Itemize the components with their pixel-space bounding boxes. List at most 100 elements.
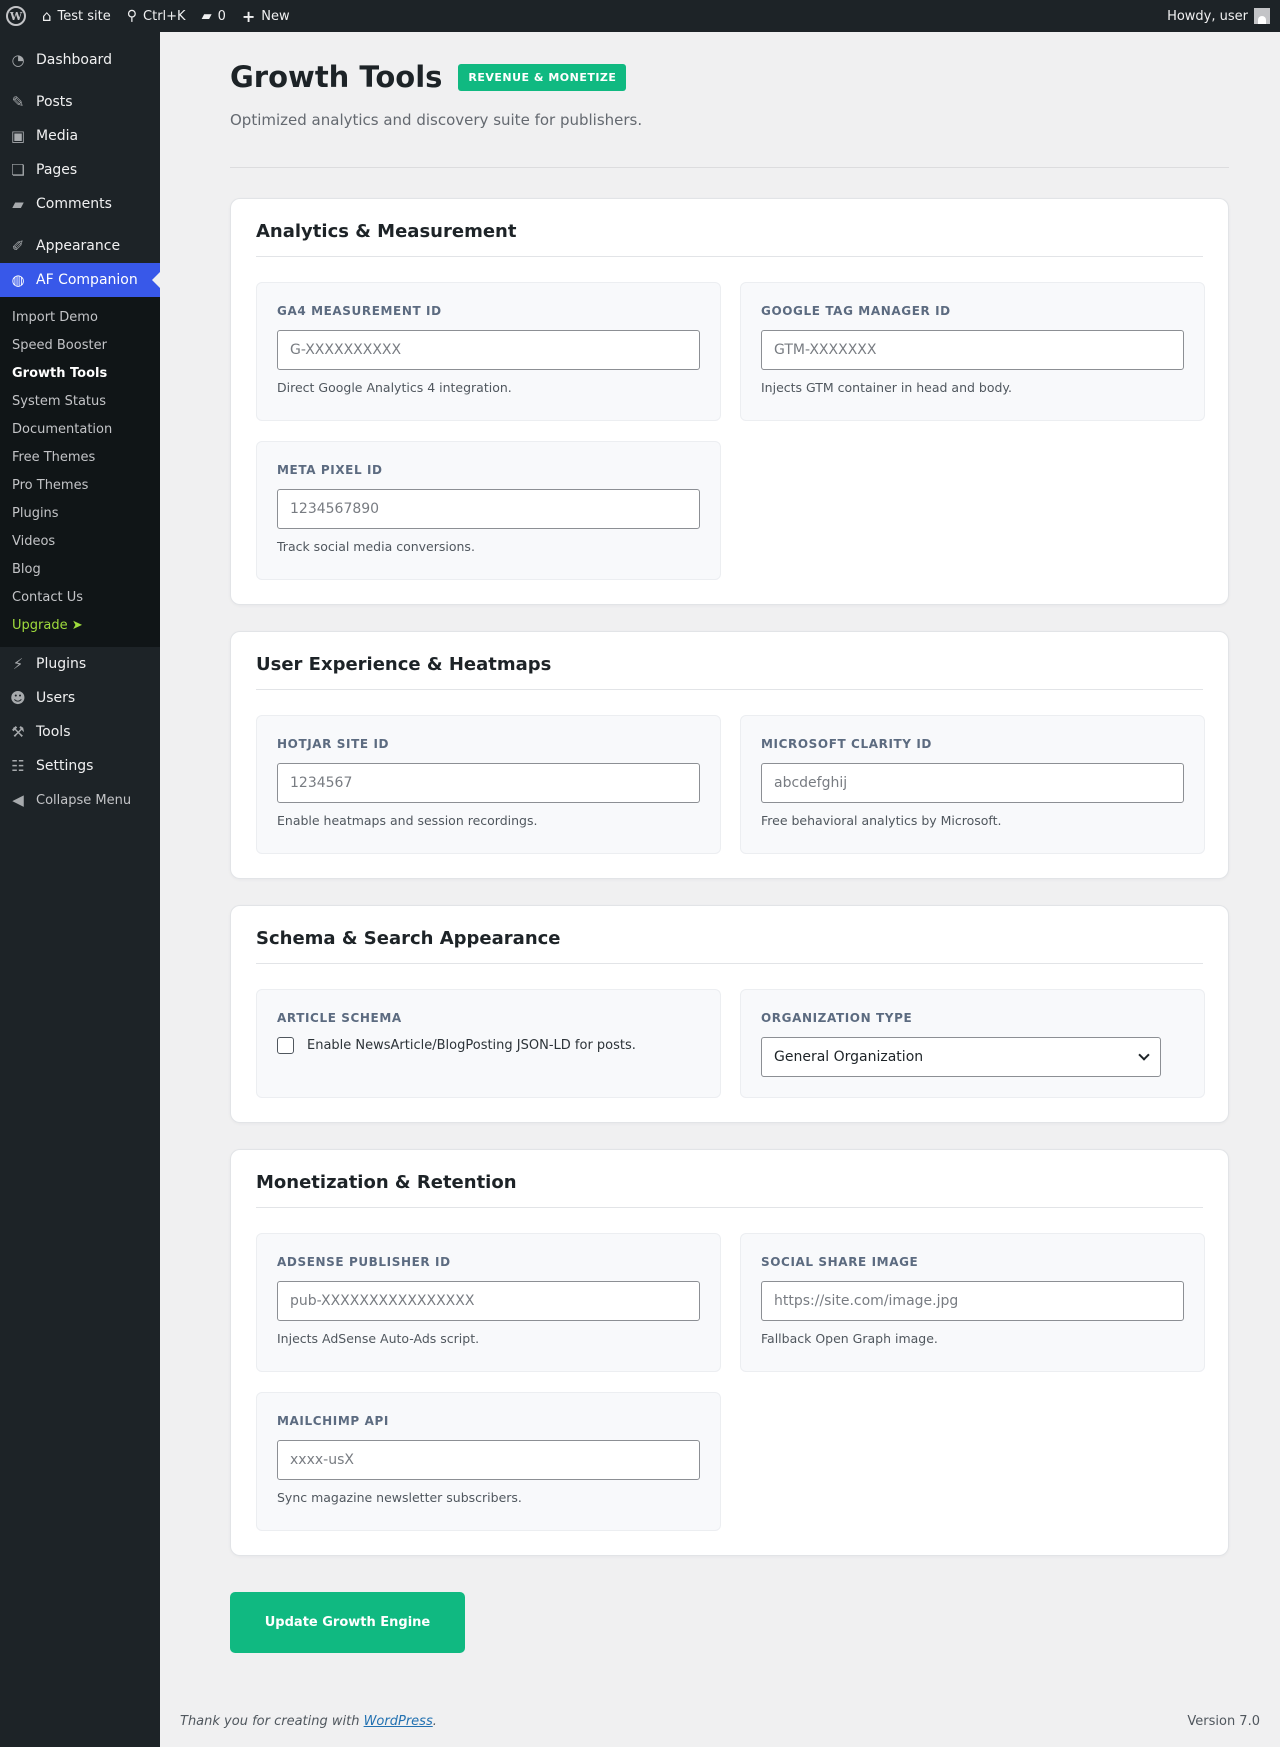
field-label: GOOGLE TAG MANAGER ID <box>761 304 951 318</box>
submenu-contact-us[interactable]: Contact Us <box>0 584 160 612</box>
sidebar-item-tools[interactable]: ⚒ Tools <box>0 715 160 749</box>
meta-pixel-field-group: META PIXEL ID Track social media convers… <box>256 441 721 580</box>
wordpress-link[interactable]: WordPress <box>364 1714 433 1729</box>
page-header: Growth Tools REVENUE & MONETIZE <box>230 60 1229 94</box>
wrench-icon: ⚒ <box>11 723 25 741</box>
new-label: New <box>261 8 290 24</box>
clarity-field-group: MICROSOFT CLARITY ID Free behavioral ana… <box>740 715 1205 854</box>
gtm-id-input[interactable] <box>761 330 1184 370</box>
field-label: MAILCHIMP API <box>277 1414 389 1428</box>
adsense-field-group: ADSENSE PUBLISHER ID Injects AdSense Aut… <box>256 1233 721 1372</box>
sidebar-item-label: AF Companion <box>36 272 138 288</box>
site-name-label: Test site <box>57 8 111 24</box>
sidebar-item-label: Posts <box>36 94 73 110</box>
section-title: User Experience & Heatmaps <box>256 654 1203 690</box>
submenu-speed-booster[interactable]: Speed Booster <box>0 332 160 360</box>
sidebar-item-comments[interactable]: ▰ Comments <box>0 187 160 221</box>
section-title: Schema & Search Appearance <box>256 928 1203 964</box>
submenu-import-demo[interactable]: Import Demo <box>0 304 160 332</box>
submenu-plugins[interactable]: Plugins <box>0 500 160 528</box>
settings-icon: ☷ <box>11 757 25 775</box>
collapse-arrow-icon: ◀ <box>12 791 24 809</box>
sidebar-item-media[interactable]: ▣ Media <box>0 119 160 153</box>
search-shortcut-label: Ctrl+K <box>143 8 186 24</box>
paintbrush-icon: ✐ <box>11 237 25 255</box>
avatar <box>1254 8 1270 24</box>
analytics-section: Analytics & Measurement GA4 MEASUREMENT … <box>230 198 1229 605</box>
field-help: Sync magazine newsletter subscribers. <box>277 1490 522 1505</box>
submenu-documentation[interactable]: Documentation <box>0 416 160 444</box>
clarity-id-input[interactable] <box>761 763 1184 803</box>
footer-thanks-prefix: Thank you for creating with <box>180 1714 364 1729</box>
submenu-upgrade[interactable]: Upgrade ➤ <box>0 612 160 640</box>
field-label: SOCIAL SHARE IMAGE <box>761 1255 919 1269</box>
wp-logo-button[interactable]: W <box>0 0 34 32</box>
submenu-videos[interactable]: Videos <box>0 528 160 556</box>
sidebar-item-label: Appearance <box>36 238 121 254</box>
social-share-image-input[interactable] <box>761 1281 1184 1321</box>
footer-version: Version 7.0 <box>1187 1714 1260 1729</box>
pin-icon: ✎ <box>11 93 25 111</box>
sidebar-item-users[interactable]: ☻ Users <box>0 681 160 715</box>
sidebar-item-settings[interactable]: ☷ Settings <box>0 749 160 783</box>
new-content-button[interactable]: + New <box>234 0 298 32</box>
chevron-down-icon <box>1138 1049 1150 1061</box>
field-label: HOTJAR SITE ID <box>277 737 390 751</box>
organization-type-select[interactable]: General Organization <box>761 1037 1161 1077</box>
field-label: META PIXEL ID <box>277 463 383 477</box>
pages-icon: ❏ <box>11 161 25 179</box>
update-growth-engine-button[interactable]: Update Growth Engine <box>230 1592 465 1653</box>
sidebar-item-pages[interactable]: ❏ Pages <box>0 153 160 187</box>
home-icon: ⌂ <box>42 7 52 25</box>
sidebar-item-label: Users <box>36 690 76 706</box>
mailchimp-field-group: MAILCHIMP API Sync magazine newsletter s… <box>256 1392 721 1531</box>
page-subtitle: Optimized analytics and discovery suite … <box>230 111 643 129</box>
section-title: Monetization & Retention <box>256 1172 1203 1208</box>
comments-link[interactable]: ▰ 0 <box>194 0 234 32</box>
mailchimp-api-input[interactable] <box>277 1440 700 1480</box>
organization-type-field-group: ORGANIZATION TYPE General Organization <box>740 989 1205 1098</box>
submenu-blog[interactable]: Blog <box>0 556 160 584</box>
admin-footer: Thank you for creating with WordPress. V… <box>180 1714 1260 1729</box>
field-label: ARTICLE SCHEMA <box>277 1011 402 1025</box>
dashboard-icon: ◔ <box>11 51 25 69</box>
field-label: ADSENSE PUBLISHER ID <box>277 1255 451 1269</box>
select-value: General Organization <box>774 1049 924 1065</box>
collapse-menu-label: Collapse Menu <box>36 792 132 808</box>
field-help: Track social media conversions. <box>277 539 475 554</box>
account-menu[interactable]: Howdy, user <box>1159 0 1280 32</box>
hotjar-field-group: HOTJAR SITE ID Enable heatmaps and sessi… <box>256 715 721 854</box>
search-icon: ⚲ <box>126 8 138 24</box>
schema-section: Schema & Search Appearance ARTICLE SCHEM… <box>230 905 1229 1123</box>
sidebar-item-dashboard[interactable]: ◔ Dashboard <box>0 43 160 77</box>
article-schema-checkbox[interactable] <box>277 1037 294 1054</box>
revenue-badge: REVENUE & MONETIZE <box>458 63 627 91</box>
search-shortcut-button[interactable]: ⚲ Ctrl+K <box>119 0 194 32</box>
submenu-growth-tools[interactable]: Growth Tools <box>0 360 160 388</box>
section-title: Analytics & Measurement <box>256 221 1203 257</box>
submenu-system-status[interactable]: System Status <box>0 388 160 416</box>
sidebar-item-label: Plugins <box>36 656 87 672</box>
admin-sidebar: ◔ Dashboard ✎ Posts ▣ Media ❏ Pages ▰ Co… <box>0 32 160 1747</box>
comments-count: 0 <box>217 8 226 24</box>
sidebar-item-label: Dashboard <box>36 52 112 68</box>
site-name-link[interactable]: ⌂ Test site <box>34 0 119 32</box>
sidebar-item-af-companion[interactable]: ◍ AF Companion <box>0 263 160 297</box>
user-icon: ☻ <box>10 689 26 707</box>
collapse-menu-button[interactable]: ◀ Collapse Menu <box>0 783 160 817</box>
sidebar-item-label: Media <box>36 128 79 144</box>
page-title: Growth Tools <box>230 60 443 94</box>
sidebar-item-appearance[interactable]: ✐ Appearance <box>0 229 160 263</box>
field-label: MICROSOFT CLARITY ID <box>761 737 932 751</box>
submenu-free-themes[interactable]: Free Themes <box>0 444 160 472</box>
hotjar-site-id-input[interactable] <box>277 763 700 803</box>
globe-icon: ◍ <box>11 271 25 289</box>
meta-pixel-id-input[interactable] <box>277 489 700 529</box>
ga4-measurement-id-input[interactable] <box>277 330 700 370</box>
ux-heatmaps-section: User Experience & Heatmaps HOTJAR SITE I… <box>230 631 1229 879</box>
adsense-publisher-id-input[interactable] <box>277 1281 700 1321</box>
checkbox-label: Enable NewsArticle/BlogPosting JSON-LD f… <box>307 1038 636 1053</box>
sidebar-item-plugins[interactable]: ⚡ Plugins <box>0 647 160 681</box>
sidebar-item-posts[interactable]: ✎ Posts <box>0 85 160 119</box>
submenu-pro-themes[interactable]: Pro Themes <box>0 472 160 500</box>
